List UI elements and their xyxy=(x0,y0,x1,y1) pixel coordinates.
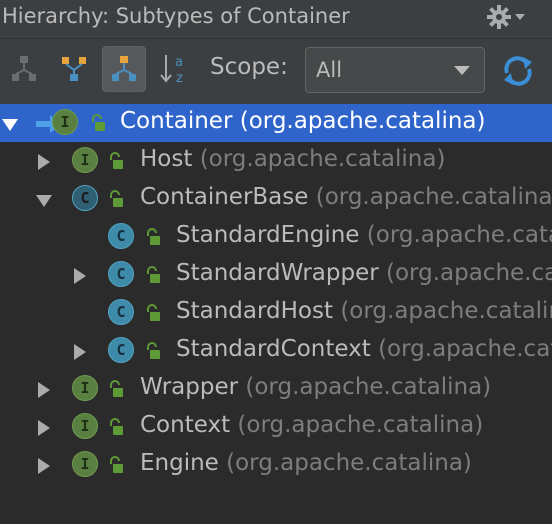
tree-row-container[interactable]: I Container (org.apache.catalina) xyxy=(0,104,552,142)
supertypes-hierarchy-button[interactable] xyxy=(2,46,46,92)
chevron-down-icon xyxy=(454,66,470,75)
tree-row-standardcontext[interactable]: C StandardContext (org.apache.catalina.c… xyxy=(0,332,552,370)
expand-arrow-icon[interactable] xyxy=(74,344,86,360)
lock-open-icon xyxy=(147,228,160,245)
abstract-class-badge-icon: C xyxy=(72,185,98,211)
interface-badge-icon: I xyxy=(72,147,98,173)
class-hierarchy-button[interactable] xyxy=(102,46,146,92)
class-badge-icon: C xyxy=(108,261,134,287)
interface-badge-icon: I xyxy=(72,375,98,401)
tree-row-label: StandardContext (org.apache.catalina.cor… xyxy=(176,336,552,362)
expand-arrow-icon[interactable] xyxy=(38,154,50,170)
sort-alphabetically-button[interactable]: a z xyxy=(152,46,196,92)
expand-arrow-icon[interactable] xyxy=(38,458,50,474)
expand-arrow-icon[interactable] xyxy=(74,268,86,284)
lock-open-icon xyxy=(110,456,123,473)
gear-icon[interactable] xyxy=(486,4,512,30)
tree-row-context[interactable]: I Context (org.apache.catalina) xyxy=(0,408,552,446)
lock-open-icon xyxy=(110,418,123,435)
expand-arrow-icon[interactable] xyxy=(38,420,50,436)
scope-label: Scope: xyxy=(210,54,288,80)
collapse-arrow-icon[interactable] xyxy=(36,195,52,207)
toolbar: a z Scope: All xyxy=(0,39,552,103)
lock-open-icon xyxy=(147,304,160,321)
scope-dropdown[interactable]: All xyxy=(305,47,485,93)
lock-open-icon xyxy=(110,380,123,397)
tree-row-label: Wrapper (org.apache.catalina) xyxy=(140,374,492,400)
sort-alpha-icon: a z xyxy=(160,55,183,86)
expand-arrow-icon[interactable] xyxy=(38,382,50,398)
lock-open-icon xyxy=(110,190,123,207)
tree-row-standardengine[interactable]: C StandardEngine (org.apache.catalina.co… xyxy=(0,218,552,256)
tree-row-label: Context (org.apache.catalina) xyxy=(140,412,484,438)
chevron-down-icon[interactable] xyxy=(514,12,526,22)
refresh-button[interactable] xyxy=(498,51,538,91)
tree-row-host[interactable]: I Host (org.apache.catalina) xyxy=(0,142,552,180)
hierarchy-tree[interactable]: I Container (org.apache.catalina) I Host… xyxy=(0,104,552,524)
tree-row-wrapper[interactable]: I Wrapper (org.apache.catalina) xyxy=(0,370,552,408)
settings-menu[interactable] xyxy=(486,2,530,32)
window-title: Hierarchy: Subtypes of Container xyxy=(2,4,350,28)
refresh-icon xyxy=(504,56,532,86)
class-badge-icon: C xyxy=(108,337,134,363)
tree-row-label: StandardHost (org.apache.catalina.core) xyxy=(176,298,552,324)
lock-open-icon xyxy=(147,266,160,283)
interface-badge-icon: I xyxy=(52,109,78,135)
svg-text:z: z xyxy=(176,71,183,86)
tree-row-label: Host (org.apache.catalina) xyxy=(140,146,446,172)
supertypes-icon xyxy=(12,56,36,81)
tree-row-label: ContainerBase (org.apache.catalina.core) xyxy=(140,184,552,210)
interface-badge-icon: I xyxy=(72,413,98,439)
tree-row-label: StandardWrapper (org.apache.catalina.cor… xyxy=(176,260,552,286)
class-hierarchy-icon xyxy=(112,56,136,81)
tree-row-label: Engine (org.apache.catalina) xyxy=(140,450,472,476)
tree-row-label: StandardEngine (org.apache.catalina.core… xyxy=(176,222,552,248)
svg-text:a: a xyxy=(175,55,183,70)
lock-open-icon xyxy=(92,114,105,131)
lock-open-icon xyxy=(110,152,123,169)
tree-row-standardwrapper[interactable]: C StandardWrapper (org.apache.catalina.c… xyxy=(0,256,552,294)
class-badge-icon: C xyxy=(108,299,134,325)
expand-arrow-icon[interactable] xyxy=(2,119,18,131)
lock-open-icon xyxy=(147,342,160,359)
scope-value: All xyxy=(316,58,343,82)
subtypes-hierarchy-button[interactable] xyxy=(52,46,96,92)
tree-row-engine[interactable]: I Engine (org.apache.catalina) xyxy=(0,446,552,484)
tree-row-containerbase[interactable]: C ContainerBase (org.apache.catalina.cor… xyxy=(0,180,552,218)
tree-row-label: Container (org.apache.catalina) xyxy=(120,108,486,134)
interface-badge-icon: I xyxy=(72,451,98,477)
class-badge-icon: C xyxy=(108,223,134,249)
subtypes-icon xyxy=(62,57,86,81)
title-bar: Hierarchy: Subtypes of Container xyxy=(0,0,552,39)
tree-row-standardhost[interactable]: C StandardHost (org.apache.catalina.core… xyxy=(0,294,552,332)
